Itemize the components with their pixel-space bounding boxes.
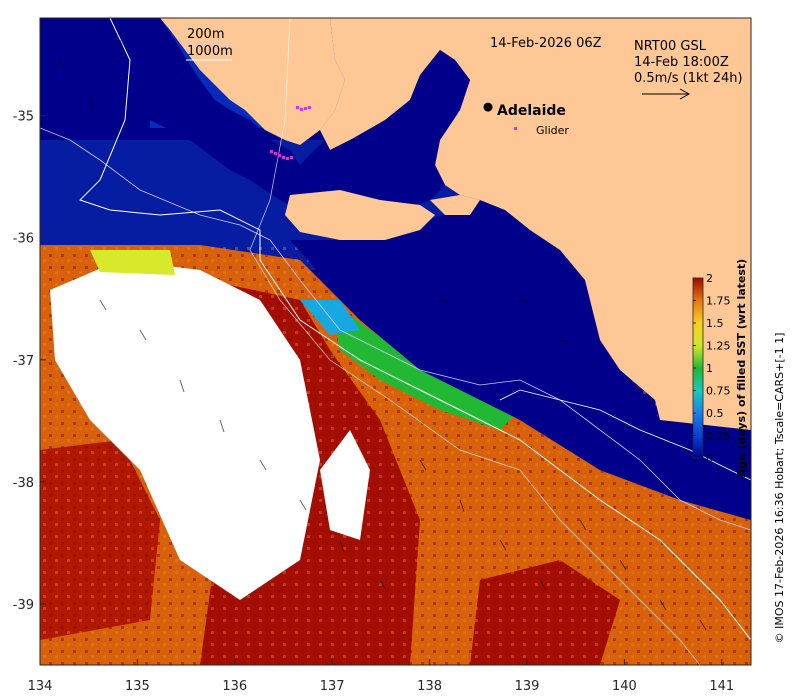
colorbar-tick-label: 1.25: [706, 340, 731, 353]
glider-position: [308, 106, 311, 109]
x-tick-label: 135: [125, 679, 150, 694]
glider-position: [278, 154, 281, 157]
colorbar-tick-label: 0.25: [706, 430, 731, 443]
map-plot-area: [40, 18, 751, 665]
glider-position: [296, 106, 299, 109]
glider-position: [304, 107, 307, 110]
y-tick-label: -38: [13, 476, 34, 491]
adelaide-marker: [483, 102, 493, 112]
x-tick-label: 139: [515, 679, 540, 694]
colorbar-tick-label: 0.75: [706, 385, 731, 398]
glider-legend-label: Glider: [536, 124, 569, 137]
x-tick-label: 138: [417, 679, 442, 694]
bathymetry-legend-1000m: 1000m: [187, 44, 233, 59]
credit-label: © IMOS 17-Feb-2026 16:36 Hobart; Tscale=…: [773, 333, 786, 644]
sst-age-map-figure: 14-Feb-2026 06Z 200m 1000m NRT00 GSL 14-…: [13, 17, 786, 694]
glider-legend-marker: [514, 127, 517, 130]
sst-age-yellow-patch: [90, 250, 175, 275]
colorbar-tick-label: 1.5: [706, 317, 724, 330]
colorbar-tick-label: 1: [706, 362, 713, 375]
city-label-adelaide: Adelaide: [497, 103, 566, 119]
glider-position: [282, 156, 285, 159]
y-tick-label: -36: [13, 232, 34, 247]
x-tick-label: 136: [222, 679, 247, 694]
current-time-label: 14-Feb 18:00Z: [634, 55, 729, 70]
glider-position: [290, 156, 293, 159]
x-tick-label: 141: [709, 679, 734, 694]
colorbar-tick-label: 2: [706, 272, 713, 285]
bathymetry-legend-200m: 200m: [187, 27, 224, 42]
x-tick-label: 140: [612, 679, 637, 694]
current-scale-label: 0.5m/s (1kt 24h): [634, 71, 743, 86]
colorbar-tick-label: 0.5: [706, 407, 724, 420]
current-product-label: NRT00 GSL: [634, 39, 707, 54]
timestamp-label: 14-Feb-2026 06Z: [490, 36, 602, 51]
glider-position: [286, 157, 289, 160]
y-tick-label: -35: [13, 110, 34, 125]
glider-position: [300, 108, 303, 111]
x-tick-label: 134: [28, 679, 53, 694]
y-tick-label: -39: [13, 598, 34, 613]
y-tick-label: -37: [13, 354, 34, 369]
colorbar-label: Age (days) of filled SST (wrt latest): [735, 259, 748, 477]
x-tick-label: 137: [320, 679, 345, 694]
glider-position: [270, 150, 273, 153]
colorbar-tick-label: 1.75: [706, 295, 731, 308]
colorbar-tick-label: 0: [706, 452, 713, 465]
glider-position: [274, 152, 277, 155]
